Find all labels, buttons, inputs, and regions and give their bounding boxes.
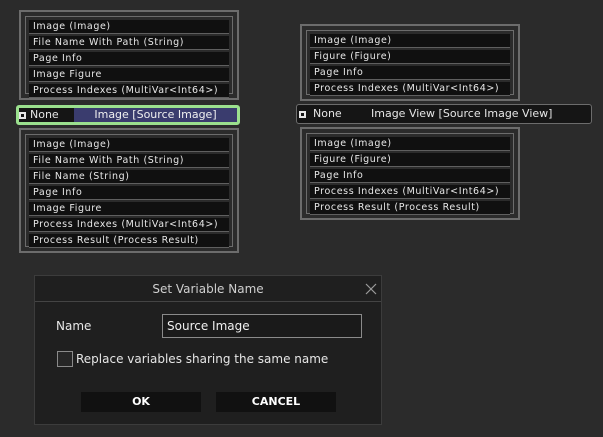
right-bottom-node: Image (Image) Figure (Figure) Page Info … [300,127,520,220]
close-icon[interactable] [365,283,377,295]
port-row[interactable]: Process Result (Process Result) [29,234,229,248]
port-row[interactable]: Process Indexes (MultiVar<Int64>) [310,82,510,96]
port-row[interactable]: File Name With Path (String) [29,36,229,50]
dialog-title: Set Variable Name [152,282,264,296]
port-row[interactable]: File Name With Path (String) [29,154,229,168]
port-row[interactable]: Image (Image) [310,137,510,151]
left-top-node: Image (Image) File Name With Path (Strin… [19,10,239,100]
port-row[interactable]: Image (Image) [29,20,229,34]
port-row[interactable]: Image Figure [29,202,229,216]
cancel-button[interactable]: CANCEL [216,392,336,412]
dialog-title-divider [35,301,381,302]
port-row[interactable]: Page Info [310,66,510,80]
replace-variables-label[interactable]: Replace variables sharing the same name [76,352,328,366]
left-bottom-node: Image (Image) File Name With Path (Strin… [19,128,239,253]
connector-none-label: None [313,107,342,120]
connector-none-label: None [30,108,59,121]
right-top-node-inner: Image (Image) Figure (Figure) Page Info … [306,30,514,96]
right-bottom-node-inner: Image (Image) Figure (Figure) Page Info … [306,133,514,215]
right-connector[interactable]: None Image View [Source Image View] [296,104,592,124]
pin-icon [19,112,26,119]
port-row[interactable]: Figure (Figure) [310,153,510,167]
ok-button[interactable]: OK [81,392,201,412]
right-top-node: Image (Image) Figure (Figure) Page Info … [300,24,520,101]
port-row[interactable]: File Name (String) [29,170,229,184]
port-row[interactable]: Figure (Figure) [310,50,510,64]
port-row[interactable]: Image (Image) [29,138,229,152]
port-row[interactable]: Page Info [29,52,229,66]
port-row[interactable]: Process Indexes (MultiVar<Int64>) [29,218,229,232]
port-row[interactable]: Image Figure [29,68,229,82]
replace-variables-checkbox[interactable] [57,351,73,367]
source-image-view-label[interactable]: Image View [Source Image View] [371,105,552,123]
port-row[interactable]: Page Info [29,186,229,200]
left-bottom-node-inner: Image (Image) File Name With Path (Strin… [25,134,233,248]
left-top-node-inner: Image (Image) File Name With Path (Strin… [25,16,233,98]
port-row[interactable]: Process Indexes (MultiVar<Int64>) [29,84,229,98]
port-row[interactable]: Process Indexes (MultiVar<Int64>) [310,185,510,199]
name-field-label: Name [56,319,92,333]
port-row[interactable]: Image (Image) [310,34,510,48]
port-row[interactable]: Page Info [310,169,510,183]
source-image-label[interactable]: Image [Source Image] [74,108,237,122]
name-input[interactable] [162,314,362,338]
left-connector-selected[interactable]: None Image [Source Image] [16,105,240,125]
port-row[interactable]: Process Result (Process Result) [310,201,510,215]
set-variable-name-dialog: Set Variable Name Name Replace variables… [34,275,382,425]
pin-icon [299,111,306,118]
